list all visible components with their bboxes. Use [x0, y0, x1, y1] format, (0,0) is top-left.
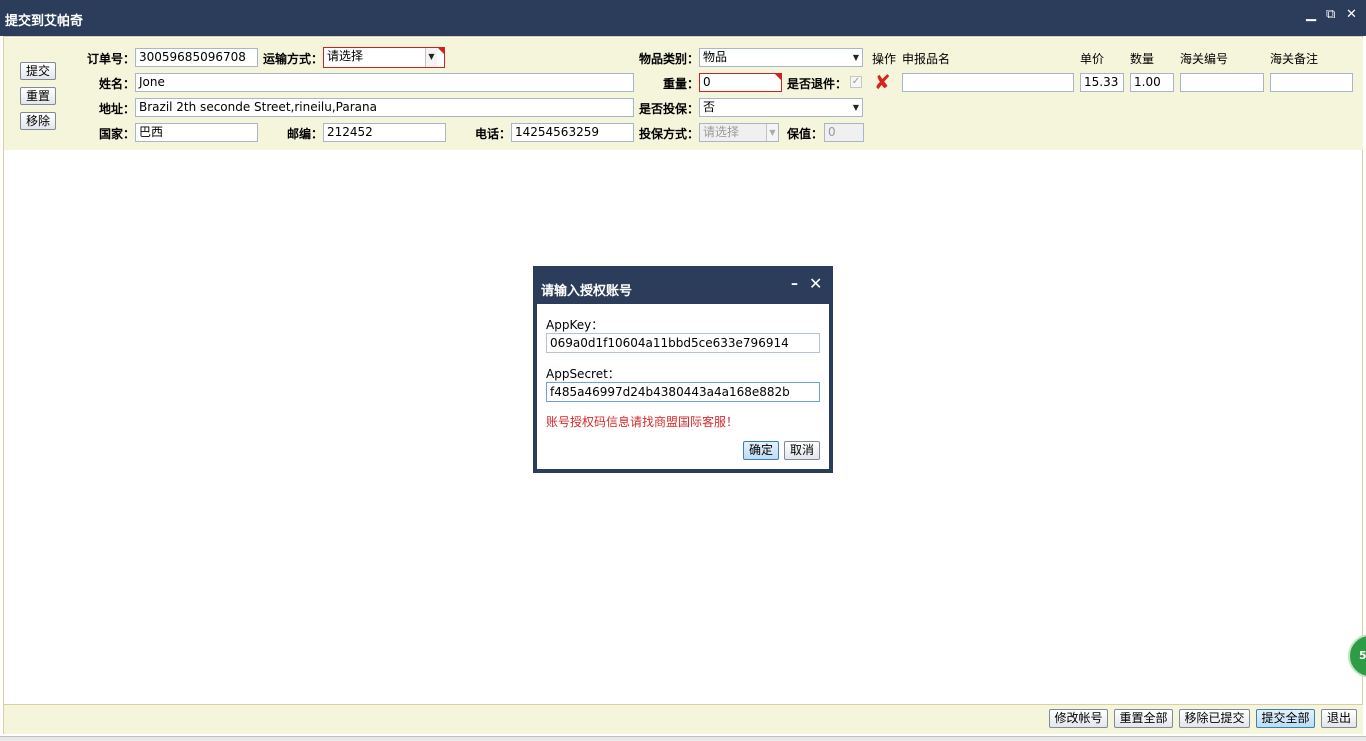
- address-field[interactable]: Brazil 2th seconde Street,rineilu,Parana: [135, 98, 634, 117]
- taskbar-strip: [0, 736, 1366, 741]
- qty-field[interactable]: 1.00: [1130, 73, 1174, 92]
- order-no-field[interactable]: 30059685096708: [135, 48, 258, 67]
- appkey-field[interactable]: 069a0d1f10604a11bbd5ce633e796914: [546, 333, 820, 353]
- return-label: 是否退件：: [787, 77, 848, 91]
- customs-note-field[interactable]: [1270, 73, 1353, 92]
- category-select-value: 物品: [703, 50, 728, 64]
- name-label: 姓名：: [99, 77, 136, 91]
- col-header-customs-note: 海关备注: [1270, 52, 1319, 66]
- reset-button[interactable]: 重置: [20, 87, 56, 105]
- insure-method-label: 投保方式：: [639, 127, 700, 141]
- insure-select-value: 否: [703, 100, 716, 114]
- cancel-button[interactable]: 取消: [784, 441, 820, 460]
- chevron-down-icon: ▼: [766, 124, 778, 141]
- window-titlebar: 提交到艾帕奇 ▁ ⧉ ✕: [0, 0, 1366, 36]
- shipping-select-value: 请选择: [327, 49, 364, 63]
- chevron-down-icon[interactable]: ▼: [850, 99, 862, 116]
- minimize-icon[interactable]: ▁: [1306, 8, 1316, 22]
- name-field[interactable]: Jone: [135, 73, 634, 92]
- insured-value-label: 保值：: [787, 127, 824, 141]
- appkey-label: AppKey：: [546, 318, 604, 332]
- chevron-down-icon[interactable]: ▼: [425, 48, 437, 67]
- appsecret-label: AppSecret：: [546, 367, 620, 381]
- unit-price-field[interactable]: 15.33: [1080, 73, 1124, 92]
- insure-select[interactable]: 否 ▼: [699, 98, 863, 117]
- appsecret-field[interactable]: f485a46997d24b4380443a4a168e882b: [546, 382, 820, 402]
- close-icon[interactable]: ✕: [809, 274, 822, 293]
- support-note: 账号授权码信息请找商盟国际客服！: [546, 415, 739, 429]
- window-title: 提交到艾帕奇: [5, 14, 84, 29]
- category-label: 物品类别：: [639, 52, 700, 66]
- country-field[interactable]: 巴西: [135, 123, 258, 142]
- weight-field[interactable]: 0: [699, 73, 782, 92]
- shipping-label: 运输方式：: [263, 52, 324, 66]
- close-icon[interactable]: ✕: [1346, 8, 1357, 22]
- col-header-op: 操作: [872, 52, 897, 66]
- col-header-declare-name: 申报品名: [902, 52, 951, 66]
- insure-label: 是否投保：: [639, 102, 700, 116]
- exit-button[interactable]: 退出: [1321, 709, 1357, 728]
- chevron-down-icon[interactable]: ▼: [850, 49, 862, 66]
- customs-code-field[interactable]: [1180, 73, 1264, 92]
- weight-label: 重量：: [663, 77, 700, 91]
- reset-all-button[interactable]: 重置全部: [1114, 709, 1173, 728]
- order-no-label: 订单号：: [87, 52, 136, 66]
- submit-all-button[interactable]: 提交全部: [1256, 709, 1315, 728]
- phone-label: 电话：: [475, 127, 512, 141]
- dialog-body: AppKey： 069a0d1f10604a11bbd5ce633e796914…: [537, 304, 829, 469]
- insure-method-select-value: 请选择: [703, 125, 740, 139]
- col-header-qty: 数量: [1130, 52, 1155, 66]
- col-header-customs-code: 海关编号: [1180, 52, 1229, 66]
- submit-button[interactable]: 提交: [20, 62, 56, 80]
- zip-label: 邮编：: [287, 127, 324, 141]
- minimize-icon[interactable]: –: [791, 276, 798, 292]
- shipping-select[interactable]: 请选择 ▼: [323, 47, 445, 68]
- delete-row-icon[interactable]: ✘: [874, 72, 891, 92]
- declare-name-field[interactable]: [902, 73, 1074, 92]
- zip-field[interactable]: 212452: [323, 123, 446, 142]
- edit-account-button[interactable]: 修改帐号: [1049, 709, 1108, 728]
- auth-dialog: 请输入授权账号 – ✕ AppKey： 069a0d1f10604a11bbd5…: [533, 266, 833, 473]
- return-checkbox[interactable]: ✓: [850, 76, 862, 88]
- category-select[interactable]: 物品 ▼: [699, 48, 863, 67]
- dialog-title: 请输入授权账号: [541, 284, 633, 299]
- country-label: 国家：: [99, 127, 136, 141]
- insure-method-select: 请选择 ▼: [699, 123, 779, 142]
- remove-submitted-button[interactable]: 移除已提交: [1179, 709, 1250, 728]
- insured-value-field: 0: [824, 123, 864, 142]
- restore-icon[interactable]: ⧉: [1326, 8, 1335, 22]
- ok-button[interactable]: 确定: [743, 441, 779, 460]
- remove-button[interactable]: 移除: [20, 112, 56, 130]
- phone-field[interactable]: 14254563259: [511, 123, 634, 142]
- address-label: 地址：: [99, 102, 136, 116]
- col-header-unit-price: 单价: [1080, 52, 1105, 66]
